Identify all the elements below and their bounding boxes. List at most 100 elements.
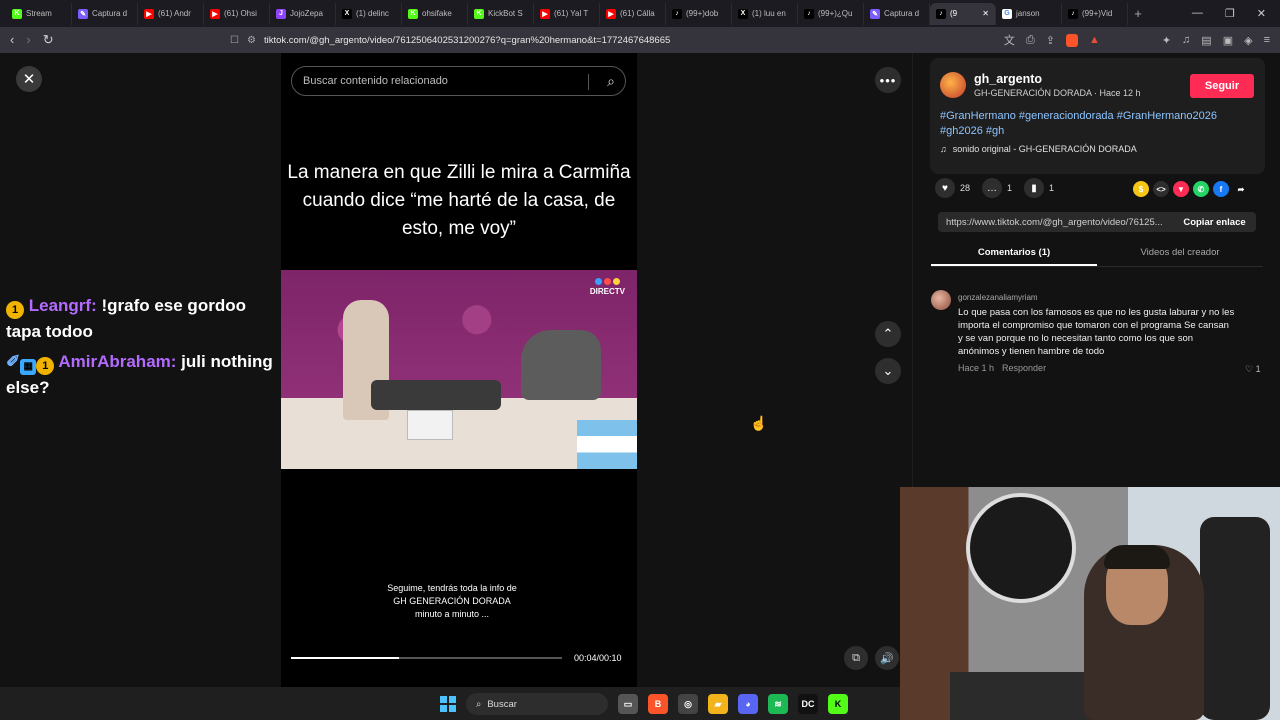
comment-like-count: 1	[1255, 364, 1261, 374]
back-icon[interactable]: ‹	[10, 32, 14, 48]
video-progress-bar[interactable]	[291, 657, 562, 659]
comment-like[interactable]: ♡ 1	[1245, 364, 1261, 375]
extensions-icon[interactable]: ✦	[1162, 34, 1171, 47]
discord-icon[interactable]: ◕	[738, 694, 758, 714]
engagement-stats: ♥ 28 … 1 ▮ 1	[935, 178, 1054, 198]
taskbar-search[interactable]: ⌕ Buscar	[466, 693, 608, 715]
avatar[interactable]	[940, 72, 966, 98]
dc-app-icon[interactable]: DC	[798, 694, 818, 714]
reload-icon[interactable]: ↻	[43, 32, 54, 48]
share-link-text[interactable]: https://www.tiktok.com/@gh_argento/video…	[938, 217, 1173, 228]
translate-icon[interactable]: 文	[1004, 32, 1015, 48]
reply-button[interactable]: Responder	[1002, 363, 1046, 373]
browser-tab[interactable]: ♪ (99+)¿Qu	[798, 2, 864, 25]
more-options-button[interactable]: •••	[875, 67, 901, 93]
copy-link-button[interactable]: Copiar enlace	[1173, 217, 1256, 228]
browser-tab[interactable]: ✎ Captura d	[72, 2, 138, 25]
tab-favicon-icon: ♪	[672, 8, 682, 19]
browser-tab[interactable]: X (1) delinc	[336, 2, 402, 25]
share-icon[interactable]: ⇪	[1046, 34, 1055, 47]
tab-creator-videos[interactable]: Videos del creador	[1097, 240, 1263, 266]
rewards-icon[interactable]: ▲	[1089, 34, 1100, 46]
forward-share-icon[interactable]: ➦	[1233, 181, 1249, 197]
brave-shields-icon[interactable]	[1065, 33, 1078, 47]
heart-icon[interactable]: ♥	[935, 178, 955, 198]
previous-video-button[interactable]: ⌃	[875, 321, 901, 347]
obs-icon[interactable]: ◎	[678, 694, 698, 714]
site-info-icon[interactable]: ⚙	[247, 35, 256, 46]
search-icon[interactable]: ⌕	[607, 73, 615, 90]
task-view-icon[interactable]: ▭	[618, 694, 638, 714]
kick-icon[interactable]: K	[828, 694, 848, 714]
sound-link[interactable]: ♫ sonido original - GH-GENERACIÓN DORADA	[940, 144, 1137, 154]
url-field[interactable]: ☐ ⚙ tiktok.com/@gh_argento/video/7612506…	[230, 35, 670, 46]
url-text[interactable]: tiktok.com/@gh_argento/video/76125064025…	[264, 35, 670, 46]
wallet-icon[interactable]: ▣	[1223, 34, 1233, 47]
comment-username[interactable]: gonzalezanaliamyriam	[958, 293, 1038, 302]
next-video-button[interactable]: ⌄	[875, 358, 901, 384]
browser-tab[interactable]: Kohsifake	[402, 2, 468, 25]
video-player[interactable]: Buscar contenido relacionado ⌕ La manera…	[281, 53, 637, 687]
coins-icon[interactable]: $	[1133, 181, 1149, 197]
video-stage: ✕ Buscar contenido relacionado ⌕ La mane…	[0, 53, 912, 687]
tab-label: (9	[950, 9, 958, 18]
heart-outline-icon[interactable]: ♡	[1245, 364, 1253, 374]
browser-tab[interactable]: ♪ (99+)dob	[666, 2, 732, 25]
hashtags[interactable]: #GranHermano #generaciondorada #GranHerm…	[940, 109, 1240, 139]
tab-label: Stream	[26, 9, 52, 18]
browser-tab[interactable]: ♪ (9 ✕	[930, 2, 996, 25]
tab-favicon-icon: ♪	[936, 8, 946, 19]
browser-tab[interactable]: ▶ (61) Cálla	[600, 2, 666, 25]
bookmark-icon[interactable]: ▮	[1024, 178, 1045, 198]
whatsapp-icon[interactable]: ✆	[1193, 181, 1209, 197]
windows-start-icon[interactable]	[440, 696, 456, 712]
browser-tab[interactable]: X (1) luu en	[732, 2, 798, 25]
creator-username[interactable]: gh_argento	[974, 72, 1042, 86]
maximize-icon[interactable]: ❐	[1225, 7, 1235, 20]
comment-icon[interactable]: …	[982, 178, 1003, 198]
close-window-icon[interactable]: ✕	[1257, 7, 1266, 20]
facebook-icon[interactable]: f	[1213, 181, 1229, 197]
tab-favicon-icon: K	[408, 8, 418, 19]
save-stat[interactable]: ▮ 1	[1024, 178, 1054, 198]
pip-icon[interactable]: ⧉	[844, 646, 868, 670]
close-tab-icon[interactable]: ✕	[982, 9, 989, 18]
webcam-poster	[966, 493, 1076, 603]
bookmark-icon[interactable]: ☐	[230, 35, 239, 46]
browser-tab[interactable]: ▶ (61) Ohsi	[204, 2, 270, 25]
sidebar-icon[interactable]: ▤	[1201, 34, 1211, 47]
comment-stat[interactable]: … 1	[982, 178, 1012, 198]
browser-tab[interactable]: ✎ Captura d	[864, 2, 930, 25]
vpn-icon[interactable]: ◈	[1244, 34, 1252, 47]
tab-comments[interactable]: Comentarios (1)	[931, 240, 1097, 266]
brave-browser-icon[interactable]: B	[648, 694, 668, 714]
browser-tab[interactable]: ♪ (99+)Vid	[1062, 2, 1128, 25]
screenshot-icon[interactable]: ⎙	[1026, 34, 1035, 47]
browser-tab[interactable]: ▶ (61) Yal T	[534, 2, 600, 25]
spotify-icon[interactable]: ≋	[768, 694, 788, 714]
creator-card: gh_argento GH-GENERACIÓN DORADA · Hace 1…	[930, 58, 1265, 174]
browser-tab[interactable]: Gjanson	[996, 2, 1062, 25]
tab-favicon-icon: ▶	[210, 8, 220, 19]
follow-button[interactable]: Seguir	[1190, 74, 1254, 98]
browser-tab[interactable]: K KickBot S	[468, 2, 534, 25]
repost-icon[interactable]: ▼	[1173, 181, 1189, 197]
forward-icon[interactable]: ›	[26, 32, 30, 48]
new-tab-button[interactable]: +	[1128, 3, 1148, 25]
menu-icon[interactable]: ≡	[1264, 34, 1270, 46]
like-stat[interactable]: ♥ 28	[935, 178, 970, 198]
browser-tab[interactable]: J JojoZepa	[270, 2, 336, 25]
embed-icon[interactable]: <>	[1153, 181, 1169, 197]
browser-tab[interactable]: ▶ (61) Andr	[138, 2, 204, 25]
minimize-icon[interactable]: —	[1192, 7, 1203, 20]
file-explorer-icon[interactable]: ▰	[708, 694, 728, 714]
browser-tab[interactable]: K Stream	[6, 2, 72, 25]
avatar[interactable]	[931, 290, 951, 310]
search-placeholder: Buscar contenido relacionado	[303, 75, 448, 87]
video-subtitle: Seguime, tendrás toda la info de GH GENE…	[281, 582, 623, 621]
volume-icon[interactable]: 🔊	[875, 646, 899, 670]
music-icon[interactable]: ♫	[1182, 34, 1190, 46]
close-video-button[interactable]: ✕	[16, 66, 42, 92]
related-search-input[interactable]: Buscar contenido relacionado ⌕	[291, 66, 626, 96]
subscriber-badge-icon: 1	[6, 301, 24, 319]
